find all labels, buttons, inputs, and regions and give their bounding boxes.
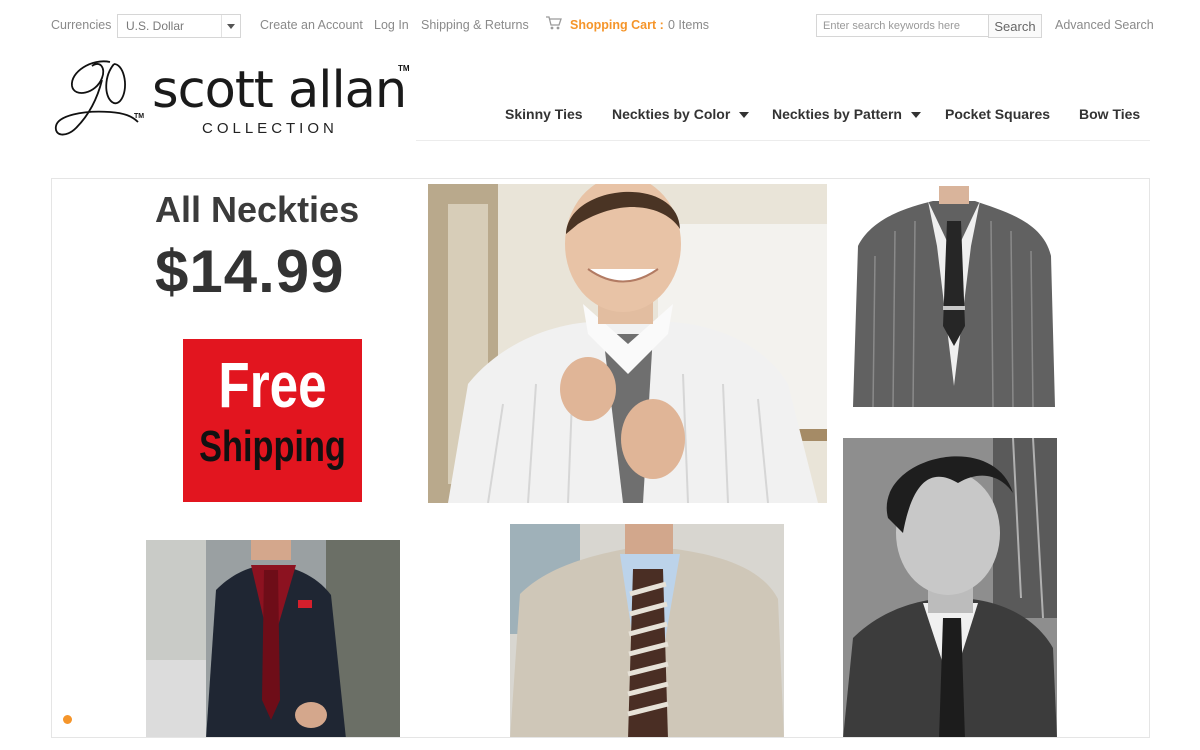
advanced-search-link[interactable]: Advanced Search bbox=[1055, 18, 1154, 32]
hero-photo-man-adjusting-tie bbox=[428, 184, 827, 503]
utility-bar: Currencies U.S. Dollar Create an Account… bbox=[0, 0, 1200, 50]
logo-trademark: TM bbox=[398, 64, 410, 73]
hero-photo-beige-suit bbox=[510, 524, 784, 737]
main-nav: Skinny Ties Neckties by Color Neckties b… bbox=[416, 94, 1150, 141]
hero-photo-bw-portrait bbox=[843, 438, 1057, 737]
currencies-label: Currencies bbox=[51, 18, 112, 32]
nav-item-label: Neckties by Pattern bbox=[772, 106, 902, 122]
search-button[interactable]: Search bbox=[988, 14, 1042, 38]
nav-item-label: Neckties by Color bbox=[612, 106, 731, 122]
nav-item-label: Bow Ties bbox=[1079, 106, 1141, 122]
nav-item-neckties-by-pattern[interactable]: Neckties by Pattern bbox=[772, 106, 921, 122]
hero-banner[interactable]: All Neckties $14.99 Free Shipping bbox=[51, 178, 1150, 738]
nav-item-neckties-by-color[interactable]: Neckties by Color bbox=[612, 106, 750, 122]
logo-wordmark: scott allan bbox=[152, 61, 407, 120]
login-link[interactable]: Log In bbox=[374, 18, 409, 32]
chevron-down-icon bbox=[221, 15, 240, 37]
currency-select[interactable]: U.S. Dollar bbox=[117, 14, 241, 38]
nav-item-pocket-squares[interactable]: Pocket Squares bbox=[945, 106, 1050, 122]
shopping-cart-link[interactable]: Shopping Cart : bbox=[570, 18, 664, 32]
logo-subtitle: COLLECTION bbox=[202, 120, 338, 137]
free-shipping-line1: Free bbox=[218, 349, 327, 421]
create-account-link[interactable]: Create an Account bbox=[260, 18, 363, 32]
currency-value: U.S. Dollar bbox=[126, 19, 185, 33]
nav-item-skinny-ties[interactable]: Skinny Ties bbox=[505, 106, 583, 122]
hero-photo-pinstripe-suit bbox=[853, 186, 1055, 407]
promo-price: $14.99 bbox=[155, 238, 345, 305]
slider-dot-active[interactable] bbox=[63, 715, 72, 724]
monogram-trademark: TM bbox=[134, 113, 145, 120]
shipping-returns-link[interactable]: Shipping & Returns bbox=[421, 18, 529, 32]
free-shipping-badge: Free Shipping bbox=[183, 339, 362, 502]
chevron-down-icon bbox=[739, 112, 750, 119]
nav-item-bow-ties[interactable]: Bow Ties bbox=[1079, 106, 1140, 122]
hero-photo-dark-suit-red-shirt bbox=[146, 540, 400, 737]
monogram-logo-icon bbox=[54, 60, 139, 136]
cart-item-count: 0 Items bbox=[668, 18, 709, 32]
nav-item-label: Skinny Ties bbox=[505, 106, 583, 122]
promo-title: All Neckties bbox=[155, 189, 360, 230]
chevron-down-icon bbox=[910, 112, 921, 119]
nav-item-label: Pocket Squares bbox=[945, 106, 1051, 122]
free-shipping-line2: Shipping bbox=[199, 422, 346, 471]
shopping-cart-icon[interactable] bbox=[545, 15, 563, 31]
brand-logo[interactable]: TM scott allan TM COLLECTION bbox=[52, 56, 422, 146]
search-input[interactable] bbox=[816, 14, 989, 37]
